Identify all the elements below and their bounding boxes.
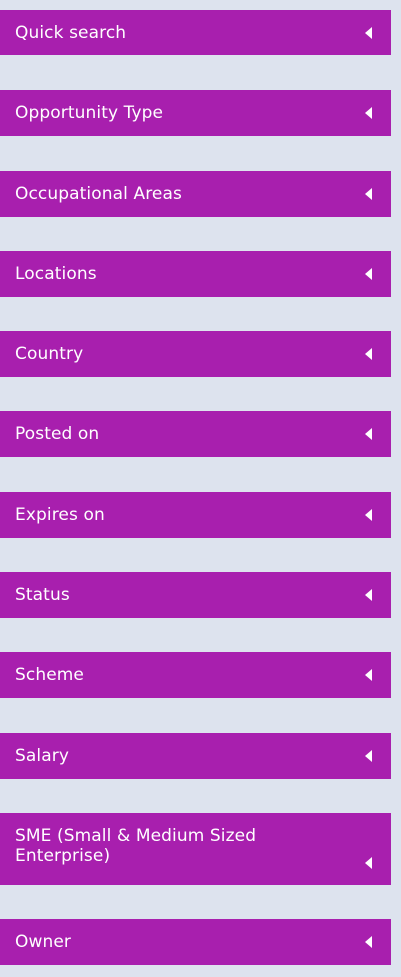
filter-owner-label: Owner (15, 932, 72, 952)
filter-salary-header[interactable]: Salary (0, 733, 391, 779)
filter-locations-header[interactable]: Locations (0, 251, 391, 297)
caret-left-icon (365, 428, 372, 440)
filter-owner-header[interactable]: Owner (0, 919, 391, 965)
caret-left-icon (365, 26, 372, 39)
caret-left-icon (365, 268, 372, 280)
filter-status-header[interactable]: Status (0, 572, 391, 618)
filter-scheme-header[interactable]: Scheme (0, 652, 391, 698)
filter-occupational-areas-header[interactable]: Occupational Areas (0, 171, 391, 217)
filter-locations-label: Locations (15, 264, 97, 284)
caret-left-icon (365, 936, 372, 948)
caret-left-icon (365, 669, 372, 681)
caret-left-icon (365, 589, 372, 601)
filter-opportunity-type-header[interactable]: Opportunity Type (0, 90, 391, 136)
filter-quick-search-label: Quick search (15, 22, 127, 43)
filter-status-label: Status (15, 585, 70, 605)
filter-posted-on-label: Posted on (15, 424, 100, 444)
filter-occupational-areas-label: Occupational Areas (15, 184, 182, 204)
filter-country-header[interactable]: Country (0, 331, 391, 377)
filter-scheme-label: Scheme (15, 665, 84, 685)
filter-quick-search-header[interactable]: Quick search (0, 10, 391, 55)
filter-sme-header[interactable]: SME (Small & Medium Sized Enterprise) (0, 813, 391, 885)
filter-opportunity-type-label: Opportunity Type (15, 103, 164, 123)
caret-left-icon (365, 188, 372, 200)
caret-left-icon (365, 348, 372, 360)
filter-country-label: Country (15, 344, 84, 364)
filter-salary-label: Salary (15, 746, 69, 766)
filter-posted-on-header[interactable]: Posted on (0, 411, 391, 457)
caret-left-icon (365, 857, 372, 869)
filter-sme-label: SME (Small & Medium Sized Enterprise) (15, 826, 257, 866)
caret-left-icon (365, 750, 372, 762)
caret-left-icon (365, 107, 372, 119)
filter-expires-on-header[interactable]: Expires on (0, 492, 391, 538)
caret-left-icon (365, 509, 372, 521)
filter-expires-on-label: Expires on (15, 505, 105, 525)
filter-sidebar: Quick search Opportunity Type Occupation… (0, 0, 401, 977)
